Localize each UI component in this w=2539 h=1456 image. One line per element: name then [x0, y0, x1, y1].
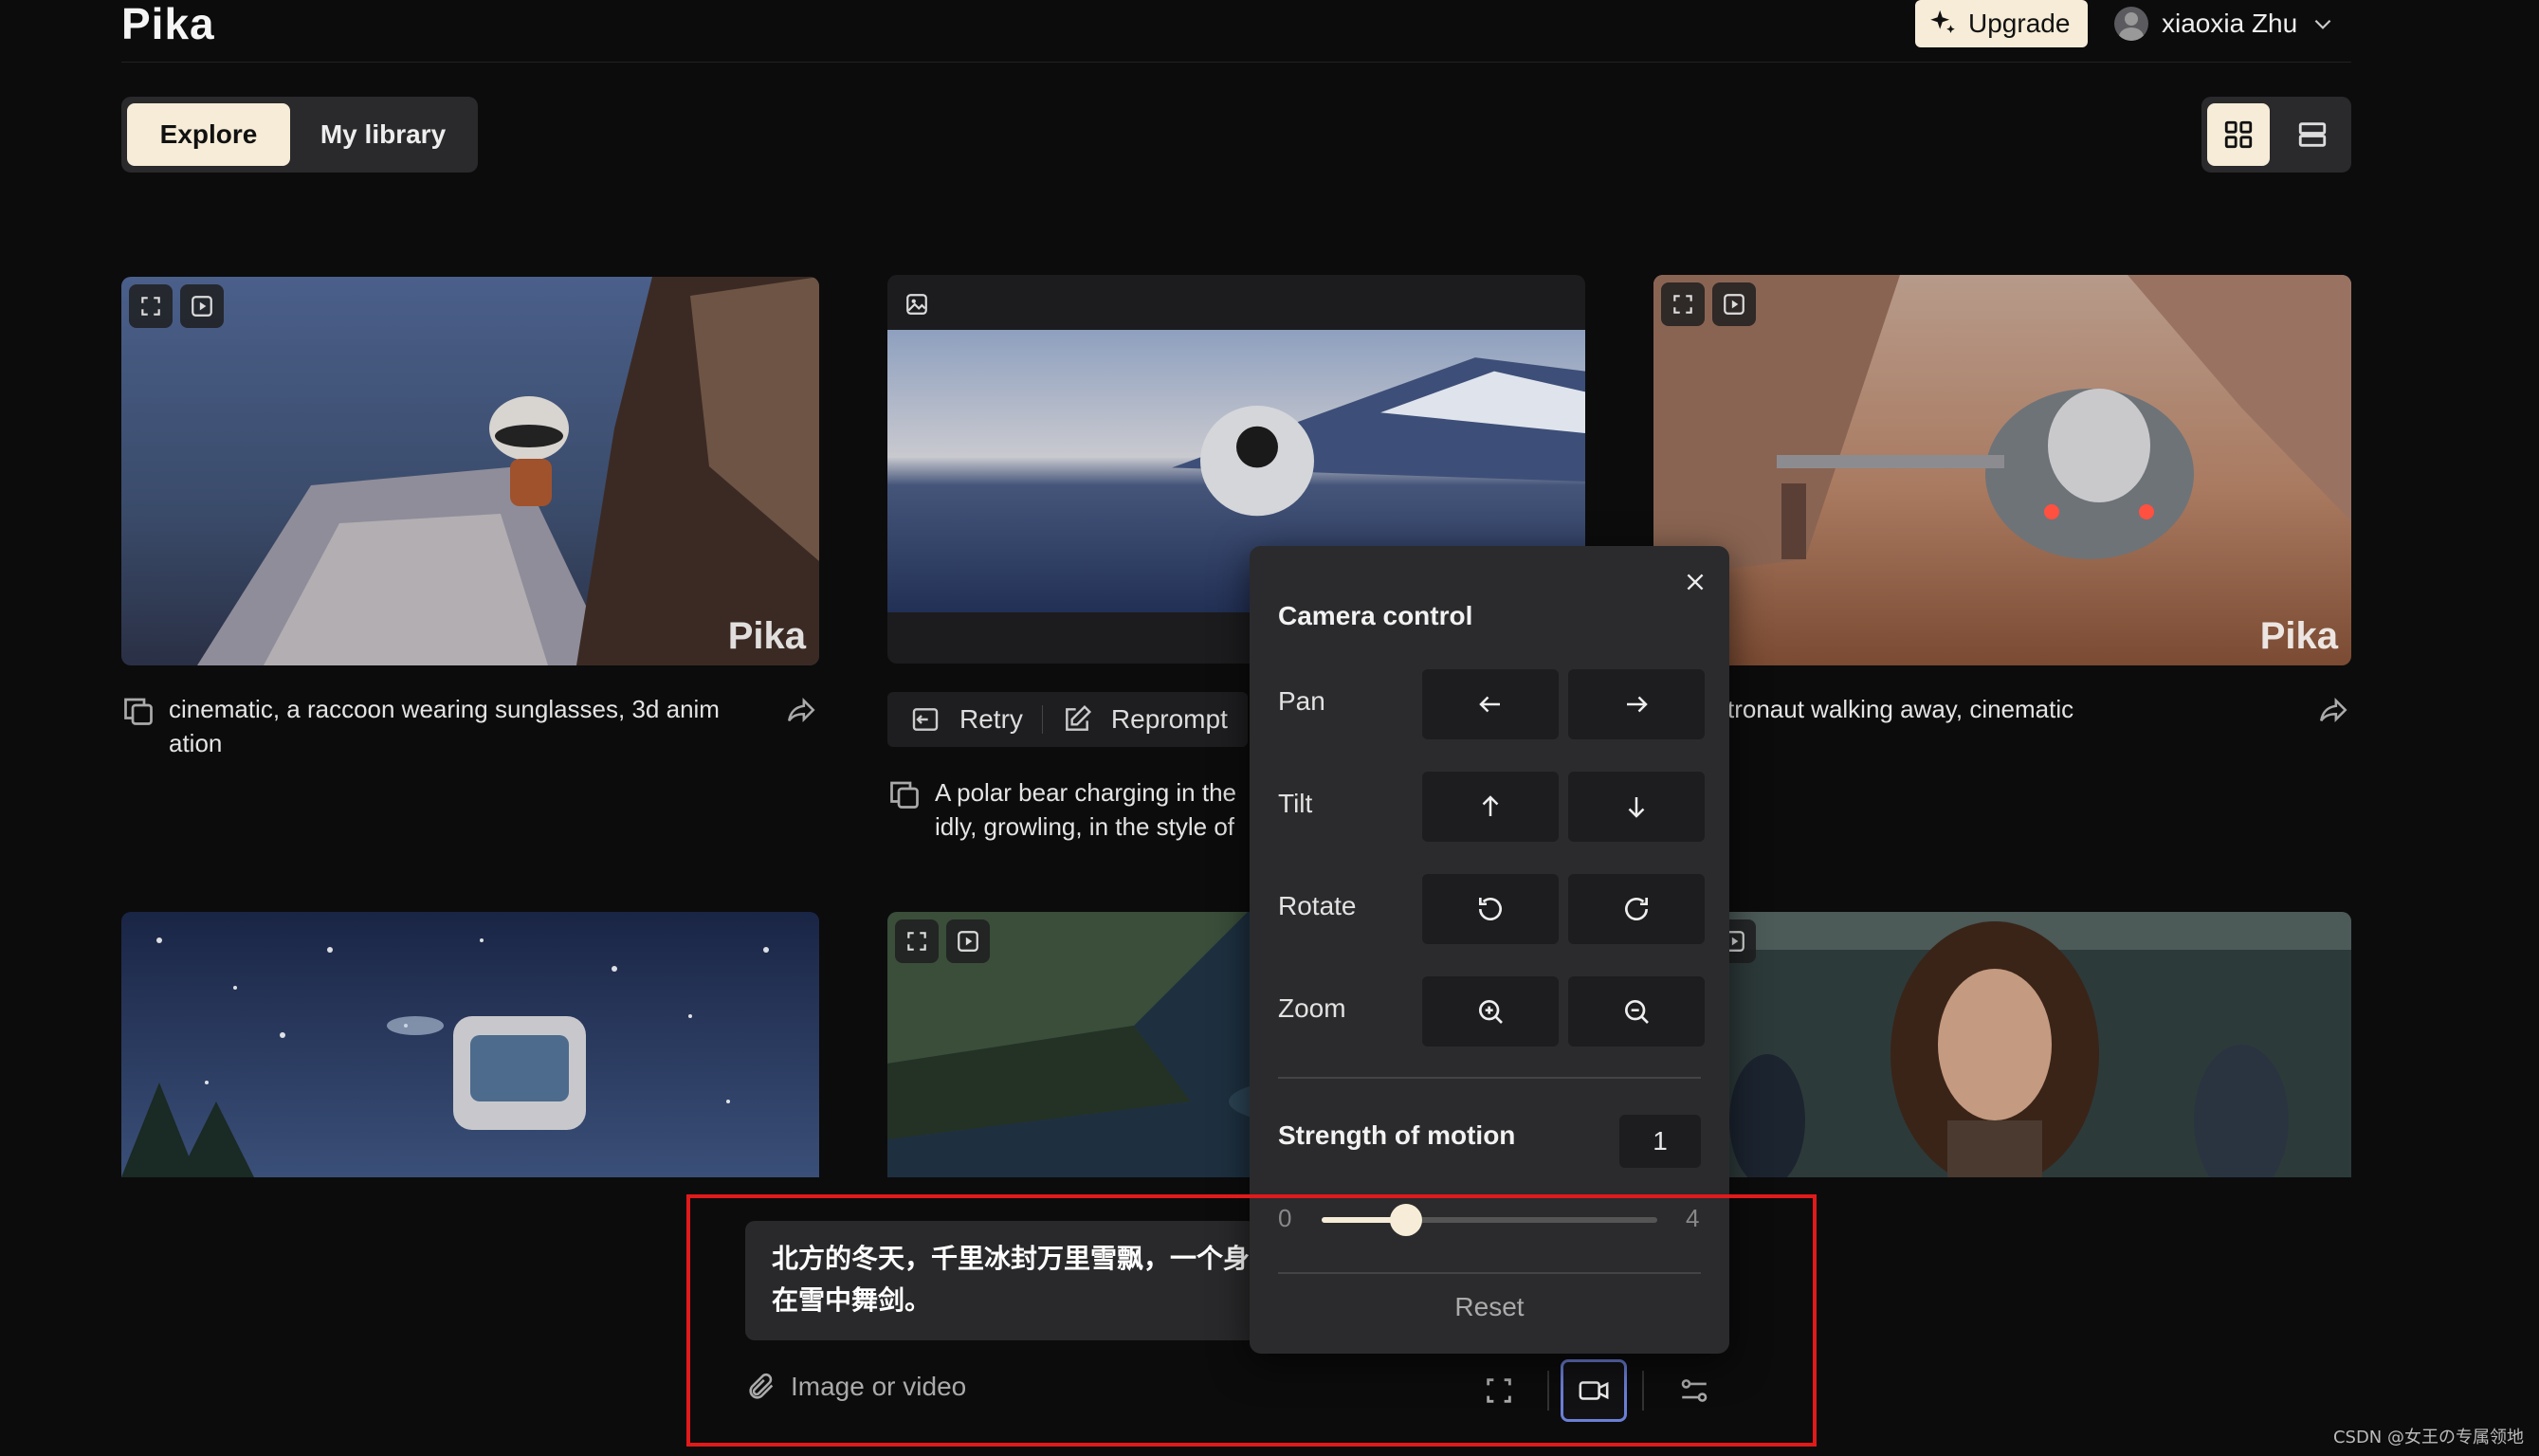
tilt-row: Tilt	[1278, 772, 1705, 842]
arrow-down-icon	[1628, 797, 1645, 818]
zoom-in-button[interactable]	[1422, 976, 1559, 1046]
divider	[1278, 1077, 1701, 1079]
credit-text: CSDN @女王の专属领地	[2332, 1428, 2524, 1447]
caption-line: cinematic, a raccoon wearing sunglasses,…	[169, 695, 720, 723]
grid-icon	[2224, 120, 2253, 149]
zoom-out-icon	[1625, 1000, 1649, 1024]
copy-icon[interactable]	[887, 777, 922, 811]
video-card[interactable]: Pika	[1653, 275, 2351, 665]
tilt-up-button[interactable]	[1422, 772, 1559, 842]
library-tabs: Explore My library	[121, 97, 478, 173]
highlight-box	[686, 1194, 1817, 1447]
divider	[1041, 705, 1043, 734]
grid-view-button[interactable]	[2207, 103, 2270, 166]
view-toggle	[2201, 97, 2351, 173]
pan-label: Pan	[1278, 686, 1325, 716]
zoom-in-icon	[1479, 1000, 1503, 1024]
top-bar: Pika Upgrade xiaoxia Zhu	[121, 0, 2351, 63]
retry-icon[interactable]	[910, 704, 941, 735]
edit-icon[interactable]	[1062, 704, 1092, 735]
retry-button[interactable]: Retry	[959, 704, 1023, 735]
pan-right-button[interactable]	[1568, 669, 1705, 739]
rotate-ccw-button[interactable]	[1422, 874, 1559, 944]
play-square-icon	[1724, 294, 1744, 315]
upgrade-button[interactable]: Upgrade	[1915, 0, 2088, 47]
spaceship-thumbnail	[1653, 275, 2351, 665]
caption-line: idly, growling, in the style of	[935, 812, 1234, 841]
rotate-cw-icon	[1625, 898, 1648, 920]
avatar	[2114, 7, 2148, 41]
card-caption: A polar bear charging in the idly, growl…	[935, 775, 1248, 844]
user-menu[interactable]: xiaoxia Zhu	[2114, 2, 2335, 46]
card-caption: tronaut walking away, cinematic	[1727, 692, 2296, 726]
chevron-down-icon	[2314, 19, 2331, 29]
caption-line: ation	[169, 729, 223, 757]
arrow-right-icon	[1627, 696, 1648, 713]
upgrade-label: Upgrade	[1968, 9, 2071, 38]
rows-icon	[2298, 122, 2327, 147]
rotate-row: Rotate	[1278, 874, 1705, 944]
share-icon[interactable]	[783, 694, 819, 726]
caption-line: A polar bear charging in the	[935, 778, 1236, 807]
image-button[interactable]	[895, 282, 939, 326]
strength-of-motion-label: Strength of motion	[1278, 1120, 1516, 1150]
video-card[interactable]: Pika	[121, 277, 819, 665]
zoom-row: Zoom	[1278, 976, 1705, 1046]
expand-button[interactable]	[1661, 282, 1705, 326]
play-square-icon	[192, 296, 212, 317]
caption-line: tronaut walking away, cinematic	[1727, 695, 2074, 723]
girl-subway-thumbnail	[1653, 912, 2351, 1177]
image-icon	[906, 294, 927, 315]
tilt-down-button[interactable]	[1568, 772, 1705, 842]
expand-icon	[1673, 295, 1692, 314]
arrow-left-icon	[1479, 696, 1500, 713]
pika-watermark: Pika	[2259, 615, 2338, 657]
expand-icon	[907, 932, 926, 951]
retry-bar: Retry Reprompt	[887, 692, 1248, 747]
expand-button[interactable]	[895, 919, 939, 963]
video-button[interactable]	[180, 284, 224, 328]
raccoon-thumbnail	[121, 277, 819, 665]
sparkle-icon	[1930, 9, 1955, 33]
close-icon	[1687, 573, 1704, 591]
popup-title: Camera control	[1278, 601, 1473, 630]
video-card[interactable]	[1653, 912, 2351, 1177]
zoom-out-button[interactable]	[1568, 976, 1705, 1046]
expand-button[interactable]	[129, 284, 173, 328]
share-icon[interactable]	[2315, 694, 2351, 726]
rotate-ccw-icon	[1479, 898, 1502, 920]
card-caption: cinematic, a raccoon wearing sunglasses,…	[169, 692, 757, 760]
list-view-button[interactable]	[2281, 103, 2344, 166]
video-button[interactable]	[946, 919, 990, 963]
strength-value-field[interactable]: 1	[1619, 1115, 1701, 1168]
expand-icon	[141, 297, 160, 316]
close-button[interactable]	[1678, 565, 1712, 599]
pika-logo[interactable]: Pika	[121, 0, 215, 49]
rotate-cw-button[interactable]	[1568, 874, 1705, 944]
zoom-label: Zoom	[1278, 993, 1346, 1023]
pan-row: Pan	[1278, 669, 1705, 739]
rotate-label: Rotate	[1278, 891, 1357, 920]
reprompt-button[interactable]: Reprompt	[1111, 704, 1228, 735]
tilt-label: Tilt	[1278, 789, 1313, 818]
pan-left-button[interactable]	[1422, 669, 1559, 739]
play-square-icon	[958, 931, 978, 952]
video-card[interactable]	[121, 912, 819, 1177]
tab-explore[interactable]: Explore	[127, 103, 290, 166]
arrow-up-icon	[1482, 795, 1499, 816]
copy-icon[interactable]	[121, 694, 155, 728]
pika-watermark: Pika	[727, 615, 806, 657]
tab-my-library[interactable]: My library	[294, 103, 472, 166]
robot-snow-thumbnail	[121, 912, 819, 1177]
user-name: xiaoxia Zhu	[2162, 9, 2298, 38]
video-button[interactable]	[1712, 282, 1756, 326]
